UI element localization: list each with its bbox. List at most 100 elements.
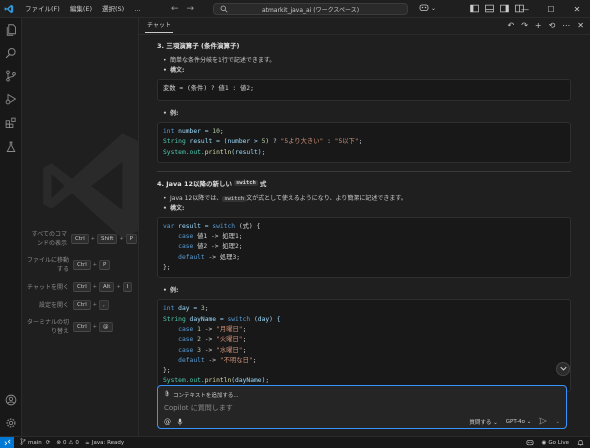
add-context-button[interactable]: コンテキストを追加する... xyxy=(164,390,239,399)
chat-header: チャット ↶ ↷ + ⟲ ⋯ ✕ xyxy=(139,18,590,35)
forward-arrow-icon[interactable]: → xyxy=(187,4,195,14)
code-token: (dayName); xyxy=(231,377,270,385)
code-block[interactable]: 変数 = (条件) ? 値1 : 値2; xyxy=(157,79,571,101)
code-token: 10 xyxy=(212,128,220,135)
explorer-icon[interactable] xyxy=(4,23,18,37)
redo-icon[interactable]: ↷ xyxy=(521,21,528,30)
error-icon: ⊗ xyxy=(56,439,61,446)
code-token: System.out. xyxy=(163,148,205,156)
menu-more[interactable]: … xyxy=(129,0,146,18)
code-token: ) ? xyxy=(265,138,281,146)
send-icon[interactable] xyxy=(539,417,548,427)
code-token: ; xyxy=(219,128,224,135)
chat-mode-select[interactable]: 質問する ⌄ xyxy=(469,418,497,426)
toggle-secondary-sidebar-icon[interactable] xyxy=(500,4,509,15)
code-token: var xyxy=(163,222,175,230)
input-tools-right: 質問する ⌄ GPT-4o ⌄ ⌄ xyxy=(469,417,560,427)
more-actions-icon[interactable]: ⋯ xyxy=(562,21,570,30)
toggle-primary-sidebar-icon[interactable] xyxy=(470,4,479,15)
broadcast-icon: ◉ xyxy=(541,440,547,446)
back-arrow-icon[interactable]: ← xyxy=(171,4,179,14)
testing-flask-icon[interactable] xyxy=(4,140,18,154)
code-token: case xyxy=(178,243,194,251)
java-status[interactable]: ☕ Java: Ready xyxy=(85,440,124,446)
code-token: "不明な日" xyxy=(219,356,253,364)
code-token: (result); xyxy=(231,148,266,156)
code-token: System.out. xyxy=(163,377,205,385)
chat-input-box[interactable]: コンテキストを追加する... Copilot に質問します @ 質問する ⌄ G… xyxy=(157,385,567,429)
menu-edit[interactable]: 編集(E) xyxy=(65,0,97,18)
code-token: number = xyxy=(174,128,213,135)
source-control-icon[interactable] xyxy=(4,69,18,83)
copilot-status-icon[interactable] xyxy=(526,439,534,448)
code-token: case xyxy=(178,336,194,344)
add-context-label: コンテキストを追加する... xyxy=(173,392,239,399)
search-icon xyxy=(220,5,228,15)
run-debug-icon[interactable] xyxy=(4,92,18,106)
search-icon[interactable] xyxy=(4,46,18,60)
vscode-logo-icon xyxy=(0,0,18,18)
code-token: : xyxy=(323,138,335,146)
chat-response: 3. 三項演算子 (条件演算子) 簡単な条件分岐を1行で記述できます。 構文: … xyxy=(157,36,571,400)
minimize-icon[interactable]: — xyxy=(512,0,538,18)
copilot-menu-button[interactable]: ⌄ xyxy=(419,3,436,14)
history-icon[interactable]: ⟲ xyxy=(549,21,556,30)
key-cap: Shift xyxy=(96,234,118,244)
list-item: 簡単な条件分岐を1行で記述できます。 xyxy=(163,56,571,66)
list-item: 構文: xyxy=(163,204,571,214)
close-icon[interactable]: ✕ xyxy=(564,0,590,18)
menu-file[interactable]: ファイル(F) xyxy=(20,0,65,18)
toggle-panel-icon[interactable] xyxy=(485,4,494,15)
code-token: 値2 -> 処理2; xyxy=(193,243,243,251)
maximize-icon[interactable]: ☐ xyxy=(538,0,564,18)
close-icon[interactable]: ✕ xyxy=(577,21,584,30)
list-item: 例: xyxy=(163,286,571,296)
chat-header-actions: ↶ ↷ + ⟲ ⋯ ✕ xyxy=(507,21,584,30)
problems-status[interactable]: ⊗ 0 ⚠ 0 xyxy=(56,440,79,446)
code-token: int xyxy=(163,305,175,313)
chevron-down-icon[interactable]: ⌄ xyxy=(555,419,560,425)
activity-bar xyxy=(0,18,22,436)
key-cap: P xyxy=(125,234,137,244)
code-block[interactable]: var result = switch (式) { case 値1 -> 処理1… xyxy=(157,216,571,279)
copilot-icon xyxy=(419,3,429,14)
menu-selection[interactable]: 選択(S) xyxy=(97,0,129,18)
settings-gear-icon[interactable] xyxy=(4,416,18,430)
section-heading: 4. Java 12以降の新しい switch 式 xyxy=(157,178,571,188)
notification-bell-icon[interactable] xyxy=(577,439,584,448)
window-controls: — ☐ ✕ xyxy=(512,0,590,18)
undo-icon[interactable]: ↶ xyxy=(507,21,514,30)
tab-chat[interactable]: チャット xyxy=(145,20,173,33)
shortcut-label: ターミナルの切り替え xyxy=(27,319,70,335)
code-block[interactable]: int day = 3; String dayName = switch (da… xyxy=(157,299,571,392)
new-chat-plus-icon[interactable]: + xyxy=(535,21,542,30)
code-block[interactable]: int number = 10; String result = (number… xyxy=(157,122,571,163)
code-token: result = xyxy=(174,222,213,230)
code-token: "5以下" xyxy=(334,138,359,146)
shortcut-row: すべてのコマンドの表示 Ctrl + Shift + P xyxy=(27,230,137,248)
chat-mode-label: 質問する xyxy=(469,420,492,426)
code-token: "5より大きい" xyxy=(280,138,324,146)
divider xyxy=(157,170,571,172)
key-plus: + xyxy=(92,284,97,290)
git-branch-icon xyxy=(20,438,26,447)
model-select[interactable]: GPT-4o ⌄ xyxy=(506,419,532,425)
attach-context-at-icon[interactable]: @ xyxy=(164,418,171,428)
chat-input-placeholder[interactable]: Copilot に質問します xyxy=(164,403,233,413)
code-token: println xyxy=(204,377,232,385)
go-live-button[interactable]: ◉ Go Live xyxy=(542,440,569,446)
java-status-text: Java: Ready xyxy=(91,439,125,446)
key-cap: P xyxy=(99,260,111,270)
code-token: case xyxy=(178,325,194,333)
code-token: int xyxy=(163,128,175,135)
remote-indicator-icon[interactable] xyxy=(0,436,14,448)
error-count: 0 xyxy=(62,439,67,446)
microphone-icon[interactable] xyxy=(177,418,183,428)
account-icon[interactable] xyxy=(4,393,18,407)
scroll-to-bottom-button[interactable] xyxy=(556,362,570,376)
command-center-search[interactable]: atmarkit_java_ai (ワークスペース) xyxy=(213,3,408,15)
branch-status[interactable]: main ⟳ xyxy=(20,438,50,447)
nav-buttons: ← → xyxy=(171,0,194,18)
code-token: }; xyxy=(163,367,171,375)
extensions-icon[interactable] xyxy=(4,116,18,130)
